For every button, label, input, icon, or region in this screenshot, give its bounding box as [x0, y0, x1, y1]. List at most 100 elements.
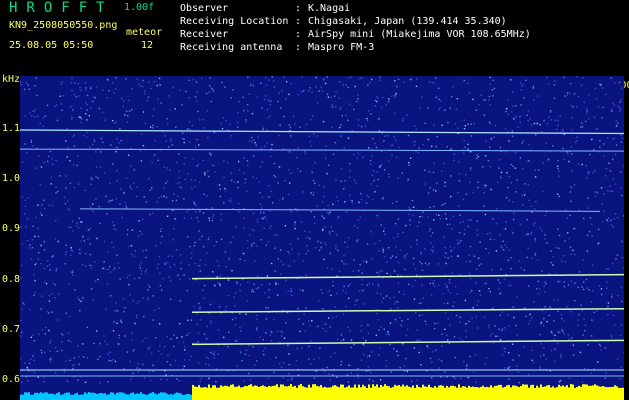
noise-dot: [292, 115, 295, 118]
noise-dot: [606, 281, 608, 283]
noise-dot: [451, 228, 453, 230]
noise-dot: [415, 85, 418, 87]
noise-dot: [190, 355, 192, 357]
signal-bar: [450, 385, 452, 400]
signal-bar: [620, 387, 622, 400]
noise-dot: [113, 224, 115, 227]
noise-dot: [578, 271, 581, 273]
signal-bar: [380, 385, 382, 400]
noise-dot: [501, 311, 503, 313]
noise-dot: [85, 87, 87, 89]
noise-dot: [81, 221, 83, 223]
signal-bar: [182, 395, 184, 400]
noise-dot: [160, 353, 163, 355]
noise-dot: [569, 246, 572, 248]
noise-dot: [371, 155, 373, 157]
noise-dot: [424, 320, 426, 322]
noise-dot: [109, 265, 111, 268]
signal-bar: [80, 394, 82, 400]
noise-dot: [182, 138, 184, 140]
noise-dot: [374, 99, 377, 102]
noise-dot: [541, 270, 543, 272]
noise-dot: [587, 197, 589, 199]
noise-dot: [199, 306, 201, 309]
noise-dot: [115, 309, 117, 312]
noise-dot: [50, 339, 52, 342]
noise-dot: [598, 285, 601, 287]
noise-dot: [210, 100, 213, 103]
noise-dot: [385, 295, 388, 297]
noise-dot: [56, 350, 59, 352]
noise-dot: [200, 377, 203, 380]
noise-dot: [50, 176, 52, 178]
noise-dot: [253, 283, 255, 285]
signal-bar: [566, 385, 568, 400]
noise-dot: [178, 380, 181, 382]
noise-dot: [183, 141, 185, 144]
noise-dot: [32, 110, 35, 112]
noise-dot: [340, 334, 343, 337]
noise-dot: [206, 252, 208, 254]
noise-dot: [73, 186, 75, 189]
noise-dot: [498, 159, 501, 161]
noise-dot: [22, 302, 24, 304]
noise-dot: [378, 118, 380, 120]
noise-dot: [67, 339, 70, 342]
noise-dot: [359, 290, 361, 292]
noise-dot: [90, 87, 92, 90]
noise-dot: [513, 118, 515, 120]
noise-dot: [502, 249, 505, 251]
noise-dot: [132, 182, 135, 184]
noise-dot: [447, 289, 449, 291]
signal-bar: [332, 385, 334, 400]
noise-dot: [492, 218, 494, 220]
noise-dot: [561, 129, 564, 131]
noise-dot: [208, 91, 210, 93]
info-row-receiver: Receiver: AirSpy mini (Miakejima VOR 108.…: [180, 29, 531, 40]
noise-dot: [109, 271, 112, 273]
noise-dot: [498, 288, 500, 290]
noise-dot: [589, 154, 591, 156]
noise-dot: [290, 172, 292, 175]
signal-bar: [228, 386, 230, 400]
noise-dot: [269, 227, 271, 229]
noise-dot: [620, 366, 623, 369]
noise-dot: [256, 245, 258, 247]
noise-dot: [35, 216, 38, 219]
noise-dot: [519, 121, 522, 123]
signal-bar: [498, 384, 500, 400]
noise-dot: [324, 157, 327, 160]
signal-bar: [342, 384, 344, 400]
noise-dot: [110, 360, 112, 362]
noise-dot: [262, 350, 264, 352]
noise-dot: [340, 364, 342, 366]
noise-dot: [394, 96, 396, 98]
signal-bar: [38, 393, 40, 400]
noise-dot: [344, 201, 346, 203]
noise-dot: [153, 154, 156, 156]
noise-dot: [339, 270, 341, 273]
noise-dot: [448, 281, 451, 284]
noise-dot: [328, 164, 330, 166]
noise-dot: [439, 100, 441, 102]
noise-dot: [43, 267, 46, 270]
noise-dot: [209, 77, 211, 79]
noise-dot: [605, 168, 608, 170]
noise-dot: [73, 145, 76, 147]
signal-bar: [202, 387, 204, 400]
noise-dot: [308, 345, 310, 348]
noise-dot: [368, 355, 371, 357]
noise-dot: [180, 267, 182, 270]
noise-dot: [175, 126, 177, 128]
noise-dot: [438, 358, 440, 361]
noise-dot: [143, 377, 146, 379]
noise-dot: [494, 325, 496, 327]
noise-dot: [367, 324, 369, 326]
noise-dot: [603, 193, 605, 195]
signal-bar: [552, 386, 554, 400]
noise-dot: [527, 184, 530, 186]
signal-bar: [164, 392, 166, 400]
noise-dot: [436, 322, 439, 325]
noise-dot: [377, 97, 380, 100]
noise-dot: [618, 81, 621, 84]
